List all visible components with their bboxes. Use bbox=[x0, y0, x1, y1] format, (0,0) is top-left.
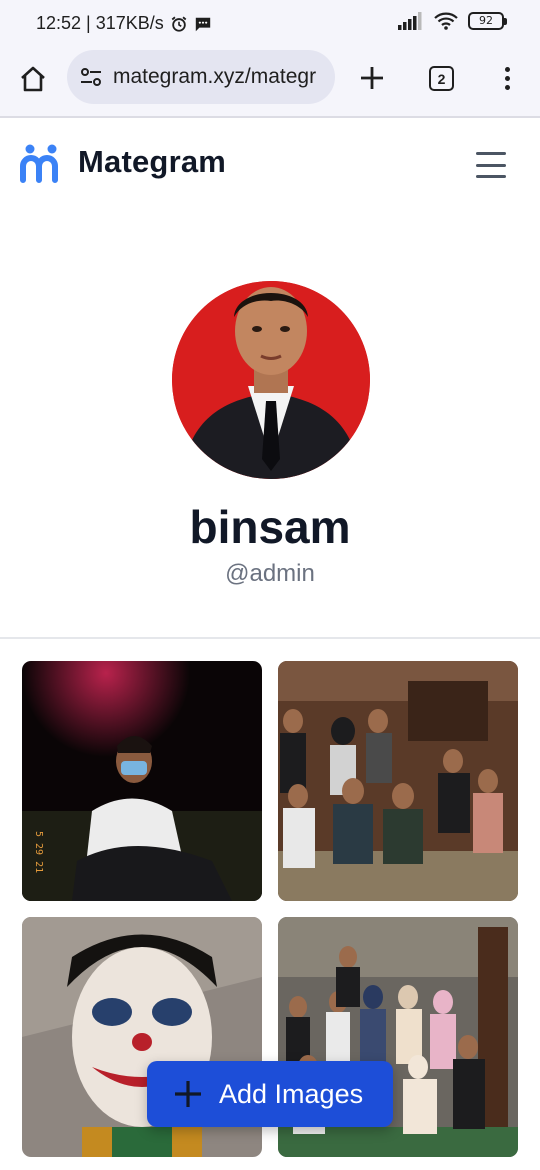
photo-night-portrait: 5 29 21 bbox=[22, 661, 262, 901]
menu-line bbox=[476, 152, 506, 155]
message-icon bbox=[195, 17, 210, 31]
status-right: 92 bbox=[398, 12, 507, 30]
brand-name[interactable]: Mategram bbox=[78, 144, 226, 180]
battery-level: 92 bbox=[479, 14, 493, 27]
add-images-label: Add Images bbox=[219, 1078, 364, 1109]
mategram-logo-icon[interactable] bbox=[20, 142, 62, 184]
site-settings-icon[interactable] bbox=[79, 65, 103, 89]
dot bbox=[504, 66, 510, 72]
gallery-image[interactable] bbox=[278, 661, 518, 901]
profile-avatar bbox=[172, 281, 370, 479]
profile-username: @admin bbox=[225, 560, 315, 587]
hamburger-menu-button[interactable] bbox=[476, 152, 506, 178]
status-left: 12:52 | 317KB/s bbox=[36, 13, 212, 34]
battery-icon: 92 bbox=[468, 12, 507, 30]
new-tab-button[interactable] bbox=[355, 61, 389, 95]
home-icon bbox=[21, 66, 45, 92]
browser-toolbar: mategram.xyz/mategr 2 bbox=[0, 46, 540, 116]
avatar-image bbox=[172, 281, 370, 479]
url-text[interactable]: mategram.xyz/mategr bbox=[113, 65, 316, 89]
tab-switcher-button[interactable]: 2 bbox=[429, 66, 454, 91]
tab-count: 2 bbox=[437, 70, 446, 87]
wifi-icon bbox=[434, 12, 458, 30]
gallery-image[interactable]: 5 29 21 bbox=[22, 661, 262, 901]
dot bbox=[504, 75, 510, 81]
plus-icon bbox=[175, 1081, 201, 1107]
address-bar[interactable]: mategram.xyz/mategr bbox=[67, 50, 335, 104]
signal-icon bbox=[398, 12, 422, 30]
site-header: Mategram bbox=[0, 118, 540, 210]
add-images-button[interactable]: Add Images bbox=[147, 1061, 393, 1127]
plus-icon bbox=[361, 67, 383, 89]
dot bbox=[504, 84, 510, 90]
status-bar: 12:52 | 317KB/s 92 bbox=[0, 0, 540, 46]
photo-group-indoor bbox=[278, 661, 518, 901]
profile-display-name: binsam bbox=[189, 501, 351, 553]
menu-line bbox=[476, 163, 506, 167]
menu-line bbox=[476, 175, 506, 178]
svg-text:5 29 21: 5 29 21 bbox=[33, 831, 44, 873]
status-time-speed: 12:52 | 317KB/s bbox=[36, 13, 164, 33]
home-button[interactable] bbox=[16, 62, 50, 96]
alarm-icon bbox=[171, 16, 187, 32]
browser-menu-button[interactable] bbox=[496, 61, 518, 95]
profile-divider bbox=[0, 637, 540, 639]
